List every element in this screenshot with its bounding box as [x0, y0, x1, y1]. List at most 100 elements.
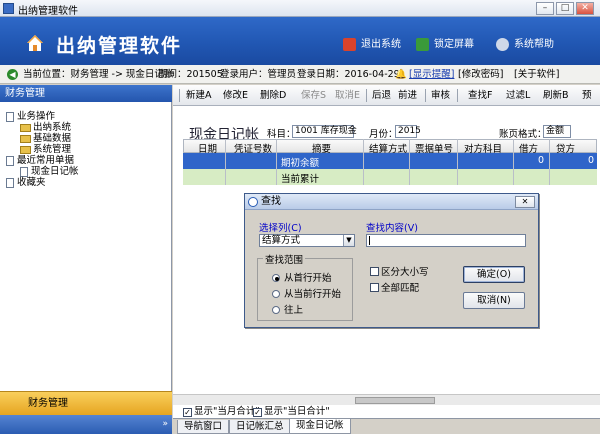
- folder-icon: [20, 145, 31, 154]
- table-row[interactable]: 当前累计: [183, 169, 597, 185]
- new-button[interactable]: 新建A: [186, 89, 212, 102]
- window-title: 出纳管理软件: [18, 6, 78, 17]
- find-dialog-title: 查找: [261, 196, 281, 207]
- login-user: 登录用户：管理员: [220, 69, 297, 80]
- tree-item-business[interactable]: 业务操作: [6, 111, 79, 122]
- find-range-group: 查找范围 从首行开始 从当前行开始 往上: [257, 252, 353, 321]
- account-field[interactable]: 1001 库存现金: [292, 125, 357, 138]
- search-icon: [248, 197, 258, 207]
- tree-item-basic-data[interactable]: 基础数据: [6, 133, 79, 144]
- tree-item-recent-docs[interactable]: 最近常用单据: [6, 155, 79, 166]
- tree-item-cash-journal[interactable]: 现金日记帐: [6, 166, 79, 177]
- folder-icon: [20, 123, 31, 132]
- row-summary: 当前累计: [281, 174, 320, 185]
- tab-cash-journal[interactable]: 现金日记帐: [289, 419, 351, 434]
- tree-node-icon: [6, 155, 14, 166]
- app-icon: [3, 3, 14, 14]
- grid-line: [549, 139, 550, 185]
- month-field[interactable]: 2015: [395, 125, 421, 138]
- checkbox-icon[interactable]: [370, 283, 379, 292]
- maximize-button[interactable]: □: [556, 2, 574, 15]
- folder-icon: [20, 134, 31, 143]
- radio-selected-icon[interactable]: [272, 274, 280, 282]
- find-dialog: 查找 ✕ 选择列(C) 结算方式 ▼ 查找内容(V) 查找范围 从首行开始 从当…: [244, 193, 539, 328]
- back-arrow-icon[interactable]: ◀: [7, 69, 18, 80]
- tree-item-system-admin[interactable]: 系统管理: [6, 144, 79, 155]
- tab-navigation[interactable]: 导航窗口: [177, 420, 230, 434]
- case-sensitive-option[interactable]: 区分大小写: [370, 264, 429, 278]
- match-all-option[interactable]: 全部匹配: [370, 280, 419, 294]
- change-password-link[interactable]: [修改密码]: [458, 65, 503, 84]
- ledger-format-field[interactable]: 金额: [543, 125, 571, 138]
- edit-button[interactable]: 修改E: [223, 89, 248, 102]
- lock-screen-button[interactable]: 锁定屏幕: [416, 37, 474, 53]
- about-software-link[interactable]: [关于软件]: [514, 65, 559, 84]
- range-upward[interactable]: 往上: [272, 302, 303, 316]
- app-title: 出纳管理软件: [56, 35, 183, 57]
- tab-journal-summary[interactable]: 日记帐汇总: [229, 420, 291, 434]
- app-banner: 出纳管理软件 退出系统 锁定屏幕 系统帮助: [0, 17, 600, 65]
- preview-button[interactable]: 预: [582, 89, 592, 102]
- cancel-button[interactable]: 取消(N): [463, 292, 525, 309]
- forward-button[interactable]: 前进: [398, 89, 417, 102]
- delete-button[interactable]: 删除D: [260, 89, 286, 102]
- toolbar-separator: [457, 89, 458, 102]
- text-caret: [369, 236, 370, 245]
- toolbar-separator: [179, 89, 180, 102]
- toolbar-separator: [425, 89, 426, 102]
- window-tabs: 导航窗口 日记帐汇总 现金日记帐: [173, 418, 600, 434]
- audit-button[interactable]: 审核: [431, 89, 450, 102]
- range-from-current-row[interactable]: 从当前行开始: [272, 286, 341, 300]
- toolbar-separator: [366, 89, 367, 102]
- tree-item-cashier[interactable]: 出纳系统: [6, 122, 79, 133]
- lock-icon: [416, 38, 429, 51]
- chevron-down-icon[interactable]: »: [162, 419, 168, 429]
- bell-icon: 🔔: [395, 69, 407, 80]
- show-reminder-link[interactable]: [显示提醒]: [409, 65, 454, 84]
- checkbox-checked-icon[interactable]: ✓: [253, 408, 262, 417]
- tree-node-icon: [6, 111, 14, 122]
- save-button[interactable]: 保存S: [301, 89, 326, 102]
- document-icon: [20, 166, 28, 177]
- system-help-button[interactable]: 系统帮助: [496, 37, 554, 53]
- tree-node-icon: [6, 177, 14, 188]
- login-date: 登录日期：2016-04-29: [297, 69, 400, 80]
- find-content-input[interactable]: [366, 234, 526, 247]
- find-button[interactable]: 查找F: [468, 89, 492, 102]
- chevron-down-icon[interactable]: ▼: [343, 235, 354, 246]
- find-range-title: 查找范围: [263, 252, 306, 266]
- nav-section-finance[interactable]: 财务管理: [0, 391, 172, 415]
- nav-tree: 业务操作 出纳系统 基础数据 系统管理 最近常用单据 现金日记帐 收藏夹: [6, 111, 79, 188]
- radio-icon[interactable]: [272, 290, 280, 298]
- dialog-close-button[interactable]: ✕: [515, 196, 535, 208]
- horizontal-scrollbar[interactable]: [173, 394, 600, 405]
- checkbox-icon[interactable]: [370, 267, 379, 276]
- find-content-label: 查找内容(V): [366, 223, 418, 234]
- show-month-total-option[interactable]: ✓ 显示"当月合计": [183, 405, 260, 418]
- select-column-label: 选择列(C): [259, 223, 302, 234]
- nav-panel-header: 财务管理: [0, 85, 172, 102]
- checkbox-checked-icon[interactable]: ✓: [183, 408, 192, 417]
- grid-line: [513, 139, 514, 185]
- close-button[interactable]: ✕: [576, 2, 594, 15]
- grid-line: [457, 139, 458, 185]
- cancel-edit-button[interactable]: 取消E: [335, 89, 360, 102]
- tree-item-favorites[interactable]: 收藏夹: [6, 177, 79, 188]
- ok-button[interactable]: 确定(O): [463, 266, 525, 283]
- back-button[interactable]: 后退: [372, 89, 391, 102]
- status-line: ◀ 当前位置：财务管理 -> 现金日记账 期间：201505 登录用户：管理员 …: [0, 65, 600, 84]
- radio-icon[interactable]: [272, 306, 280, 314]
- table-row[interactable]: 期初余额 0 0: [183, 153, 597, 169]
- select-column-dropdown[interactable]: 结算方式 ▼: [259, 234, 355, 247]
- grid-header: 日期 凭证号数 摘要 结算方式 票据单号 对方科目 借方 贷方: [183, 139, 597, 155]
- show-day-total-option[interactable]: ✓ 显示"当日合计": [253, 405, 330, 418]
- filter-button[interactable]: 过滤L: [506, 89, 530, 102]
- scrollbar-thumb[interactable]: [355, 397, 435, 404]
- find-dialog-titlebar: 查找 ✕: [245, 194, 538, 210]
- minimize-button[interactable]: –: [536, 2, 554, 15]
- range-from-first-row[interactable]: 从首行开始: [272, 270, 332, 284]
- row-credit: 0: [588, 155, 595, 166]
- refresh-button[interactable]: 刷新B: [543, 89, 569, 102]
- navigation-panel: 财务管理 业务操作 出纳系统 基础数据 系统管理 最近常用单据 现金日记帐 收藏…: [0, 85, 172, 434]
- exit-system-button[interactable]: 退出系统: [343, 37, 401, 53]
